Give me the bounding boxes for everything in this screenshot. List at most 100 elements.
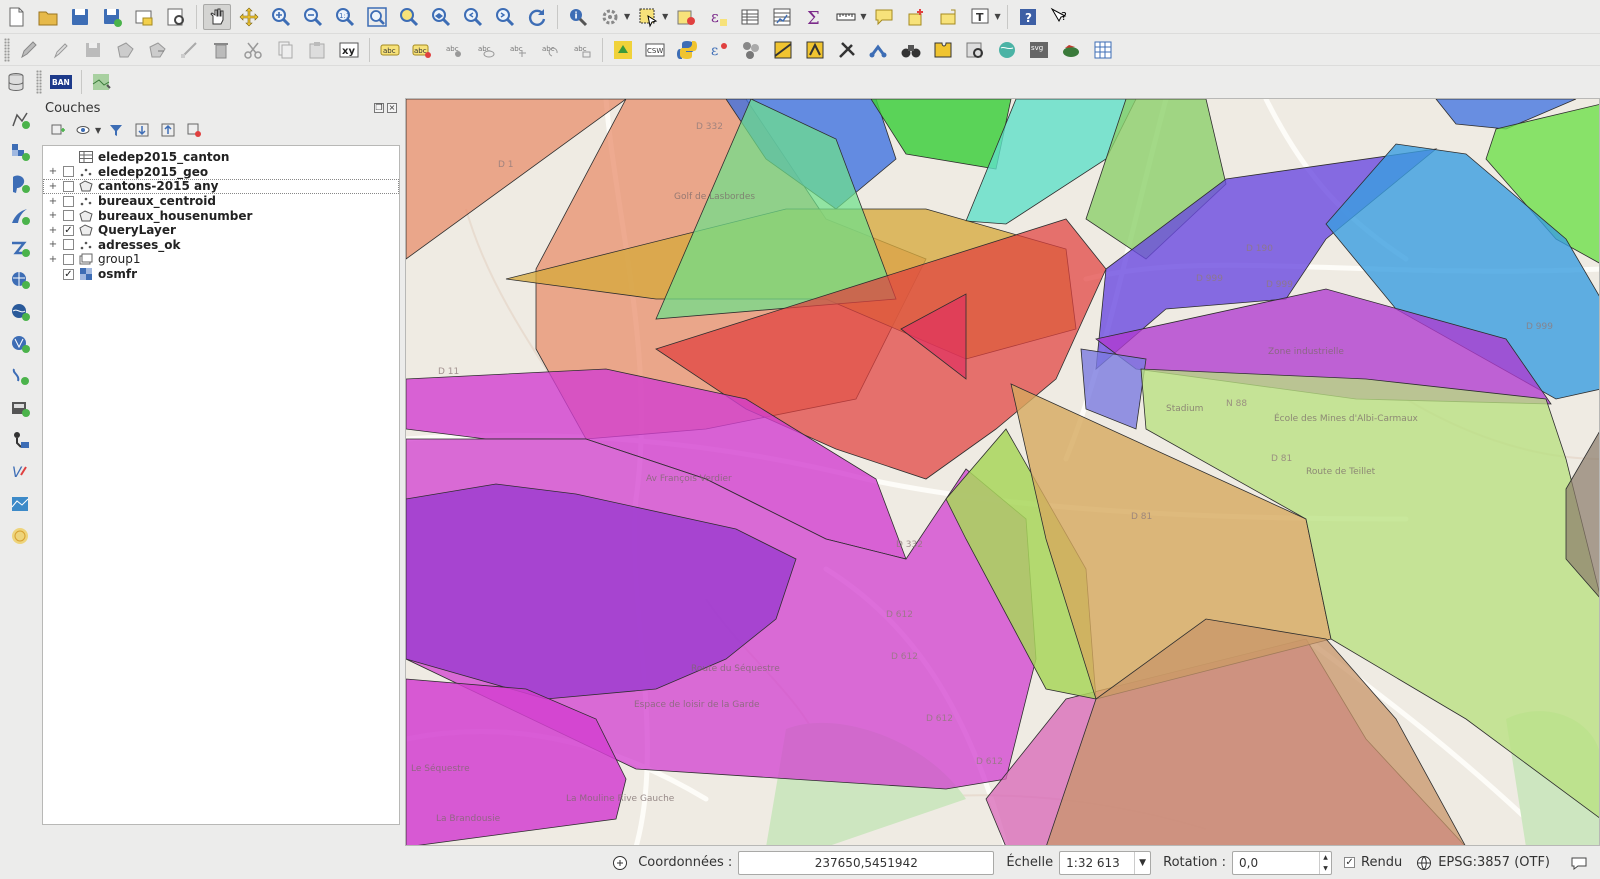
add-group-icon[interactable] [47,120,69,140]
save-as-icon[interactable] [98,4,126,30]
render-checkbox[interactable]: ✓ [1344,857,1356,868]
pan-to-selection-icon[interactable] [235,4,263,30]
move-label-icon[interactable]: abc [504,37,532,63]
print-composer-icon[interactable] [130,4,158,30]
add-vector-layer-icon[interactable] [6,107,34,133]
layer-visibility-checkbox[interactable] [63,180,74,192]
layer-visibility-checkbox[interactable] [63,166,74,178]
georeferencer-icon[interactable] [961,37,989,63]
layer-tree-item[interactable]: + bureaux_centroid [43,194,399,209]
chevron-down-icon[interactable]: ▼ [994,12,1000,21]
layer-visibility-checkbox[interactable] [63,239,74,251]
expand-icon[interactable]: + [47,166,59,177]
add-wfs-layer-icon[interactable] [6,331,34,357]
copy-features-icon[interactable] [271,37,299,63]
database-icon[interactable] [2,69,30,95]
scale-combobox[interactable]: 1:32 613 ▼ [1059,850,1152,875]
float-panel-icon[interactable]: ❐ [374,103,384,113]
toolbar-grip[interactable] [4,37,10,62]
toggle-editing-icon[interactable] [47,37,75,63]
statistics-icon[interactable]: Σ [800,4,828,30]
expand-icon[interactable]: + [47,254,59,265]
current-edits-icon[interactable] [15,37,43,63]
zoom-to-layer-icon[interactable] [427,4,455,30]
epsilon-plugin-icon[interactable]: ε [705,37,733,63]
expand-icon[interactable]: + [47,225,59,236]
tools-icon[interactable] [833,37,861,63]
binoculars-icon[interactable] [897,37,925,63]
run-feature-action-icon[interactable] [596,4,624,30]
layer-tree-item[interactable]: + cantons-2015 any [43,179,399,194]
coordinates-field[interactable]: 237650,5451942 [738,850,995,875]
label-toolbar-icon[interactable]: abc [376,37,404,63]
visibility-eye-icon[interactable] [73,120,95,140]
expression-select-icon[interactable]: ε [704,4,732,30]
change-label-icon[interactable]: abc [568,37,596,63]
add-delimited-text-layer-icon[interactable] [6,363,34,389]
help-icon[interactable]: ? [1014,4,1042,30]
paste-features-icon[interactable] [303,37,331,63]
show-hide-labels-icon[interactable]: abc [472,37,500,63]
refresh-icon[interactable] [523,4,551,30]
attribute-table-icon[interactable] [736,4,764,30]
crs-globe-icon[interactable] [1416,855,1432,871]
expand-icon[interactable]: + [47,196,59,207]
expand-icon[interactable]: + [47,210,59,221]
add-postgis-layer-icon[interactable] [6,171,34,197]
ban-icon[interactable]: BAN [47,69,75,95]
pin-labels-icon[interactable]: abc [440,37,468,63]
turtle-plugin-icon[interactable] [1057,37,1085,63]
add-wcs-layer-icon[interactable] [6,299,34,325]
layer-labeling-icon[interactable]: abc [408,37,436,63]
zoom-out-icon[interactable] [299,4,327,30]
layer-visibility-checkbox[interactable]: ✓ [63,224,74,236]
rotation-spinbox[interactable]: 0,0 ▲ ▼ [1232,850,1333,875]
chevron-down-icon[interactable]: ▼ [624,12,630,21]
xy-tool-icon[interactable]: xy [335,37,363,63]
save-edits-icon[interactable] [79,37,107,63]
map-canvas[interactable]: D 1 D 11 D 190 D 999 D 999 D 999 N 88 D … [405,98,1600,846]
add-vector-tool-icon[interactable]: V [6,459,34,485]
chevron-down-icon[interactable]: ▼ [860,12,866,21]
expand-icon[interactable]: + [47,181,59,192]
raster-calculator-icon[interactable] [769,37,797,63]
zoom-next-icon[interactable] [491,4,519,30]
zoom-last-icon[interactable] [459,4,487,30]
move-feature-icon[interactable] [143,37,171,63]
field-calculator-icon[interactable] [768,4,796,30]
rotate-label-icon[interactable]: abc [536,37,564,63]
add-virtual-layer-icon[interactable] [6,427,34,453]
text-annotation-icon[interactable]: T [966,4,994,30]
cut-features-icon[interactable] [239,37,267,63]
node-tool-icon[interactable] [175,37,203,63]
layer-tree-item[interactable]: ✓ osmfr [43,267,399,282]
map-plugin-icon[interactable] [88,69,116,95]
select-features-icon[interactable] [634,4,662,30]
add-wms-layer-icon[interactable] [6,267,34,293]
remove-layer-icon[interactable] [183,120,205,140]
add-feature-icon[interactable] [111,37,139,63]
chevron-down-icon[interactable]: ▼ [95,126,101,135]
dots-plugin-icon[interactable] [737,37,765,63]
expand-icon[interactable]: + [47,239,59,250]
layer-tree-item[interactable]: + ✓ QueryLayer [43,223,399,238]
identify-icon[interactable]: i [564,4,592,30]
zoom-full-icon[interactable] [363,4,391,30]
svg-export-icon[interactable]: svg [1025,37,1053,63]
show-bookmarks-icon[interactable] [934,4,962,30]
spin-arrows-icon[interactable]: ▲ ▼ [1319,851,1331,874]
zoom-native-icon[interactable]: 1:1 [331,4,359,30]
save-project-icon[interactable] [66,4,94,30]
composer-manager-icon[interactable] [162,4,190,30]
grid-plugin-icon[interactable] [1089,37,1117,63]
new-bookmark-icon[interactable] [902,4,930,30]
map-tips-icon[interactable] [870,4,898,30]
add-xyz-layer-icon[interactable] [6,491,34,517]
filter-legend-icon[interactable] [105,120,127,140]
measure-icon[interactable] [832,4,860,30]
messages-log-icon[interactable] [612,855,628,871]
deselect-icon[interactable] [672,4,700,30]
crs-label[interactable]: EPSG:3857 (OTF) [1438,855,1550,870]
layer-tree-item[interactable]: eledep2015_canton [43,150,399,165]
csw-icon[interactable]: CSW [641,37,669,63]
